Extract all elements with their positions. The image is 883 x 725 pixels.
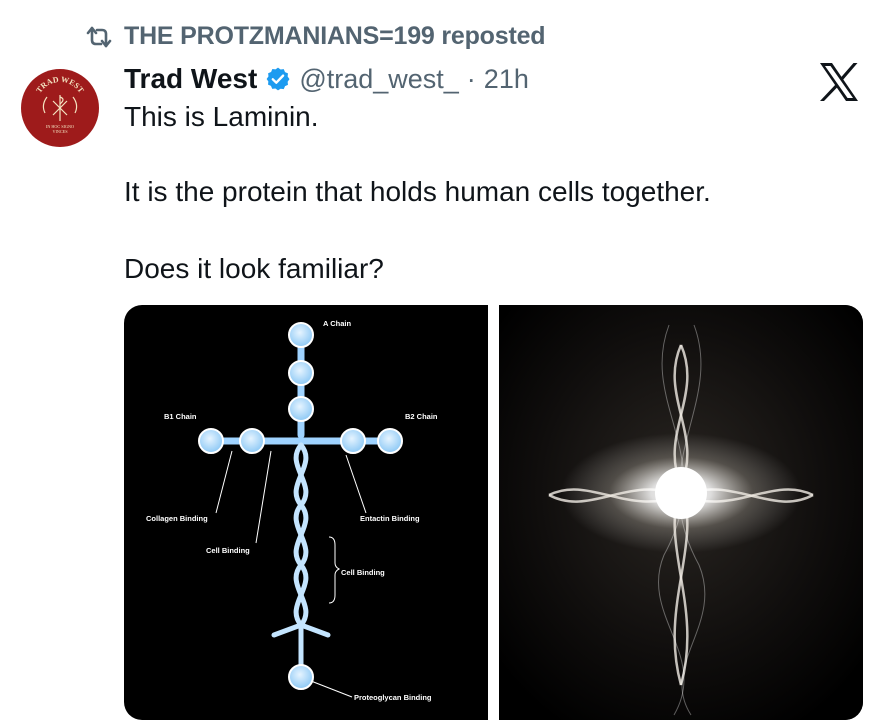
repost-row[interactable]: THE PROTZMANIANS=199 reposted [84, 22, 546, 51]
trad-west-logo: TRAD WEST IN HOC SIGNO VINCES [34, 75, 86, 134]
author-name[interactable]: Trad West [124, 63, 257, 95]
verified-badge-icon [266, 67, 290, 91]
laminin-diagram-image[interactable]: A Chain B1 Chain B2 Chain Collagen Bindi… [124, 305, 488, 720]
post-text-line-3: Does it look familiar? [124, 253, 384, 284]
post-time[interactable]: 21h [484, 64, 529, 95]
label-proteoglycan-binding: Proteoglycan Binding [354, 693, 432, 702]
label-cell-binding-1: Cell Binding [206, 546, 250, 555]
svg-text:TRAD WEST: TRAD WEST [34, 75, 86, 95]
repost-icon [86, 26, 112, 47]
svg-text:VINCES: VINCES [52, 129, 68, 134]
author-handle[interactable]: @trad_west_ [299, 64, 458, 95]
post-header: Trad West @trad_west_ · 21h [124, 59, 529, 99]
post-text-line-1: This is Laminin. [124, 101, 319, 132]
post-text-line-2: It is the protein that holds human cells… [124, 176, 711, 207]
laminin-diagram: A Chain B1 Chain B2 Chain Collagen Bindi… [146, 319, 438, 702]
post-media[interactable]: A Chain B1 Chain B2 Chain Collagen Bindi… [124, 305, 863, 720]
label-b1-chain: B1 Chain [164, 412, 197, 421]
label-cell-binding-2: Cell Binding [341, 568, 385, 577]
label-b2-chain: B2 Chain [405, 412, 438, 421]
x-logo-icon[interactable] [818, 62, 860, 102]
glowing-cross-image[interactable] [499, 305, 863, 720]
time-separator: · [466, 63, 476, 94]
glowing-cross [499, 305, 863, 720]
repost-label: THE PROTZMANIANS=199 reposted [124, 22, 546, 50]
avatar[interactable]: TRAD WEST IN HOC SIGNO VINCES [21, 69, 99, 147]
label-entactin-binding: Entactin Binding [360, 514, 420, 523]
label-a-chain: A Chain [323, 319, 351, 328]
label-collagen-binding: Collagen Binding [146, 514, 208, 523]
